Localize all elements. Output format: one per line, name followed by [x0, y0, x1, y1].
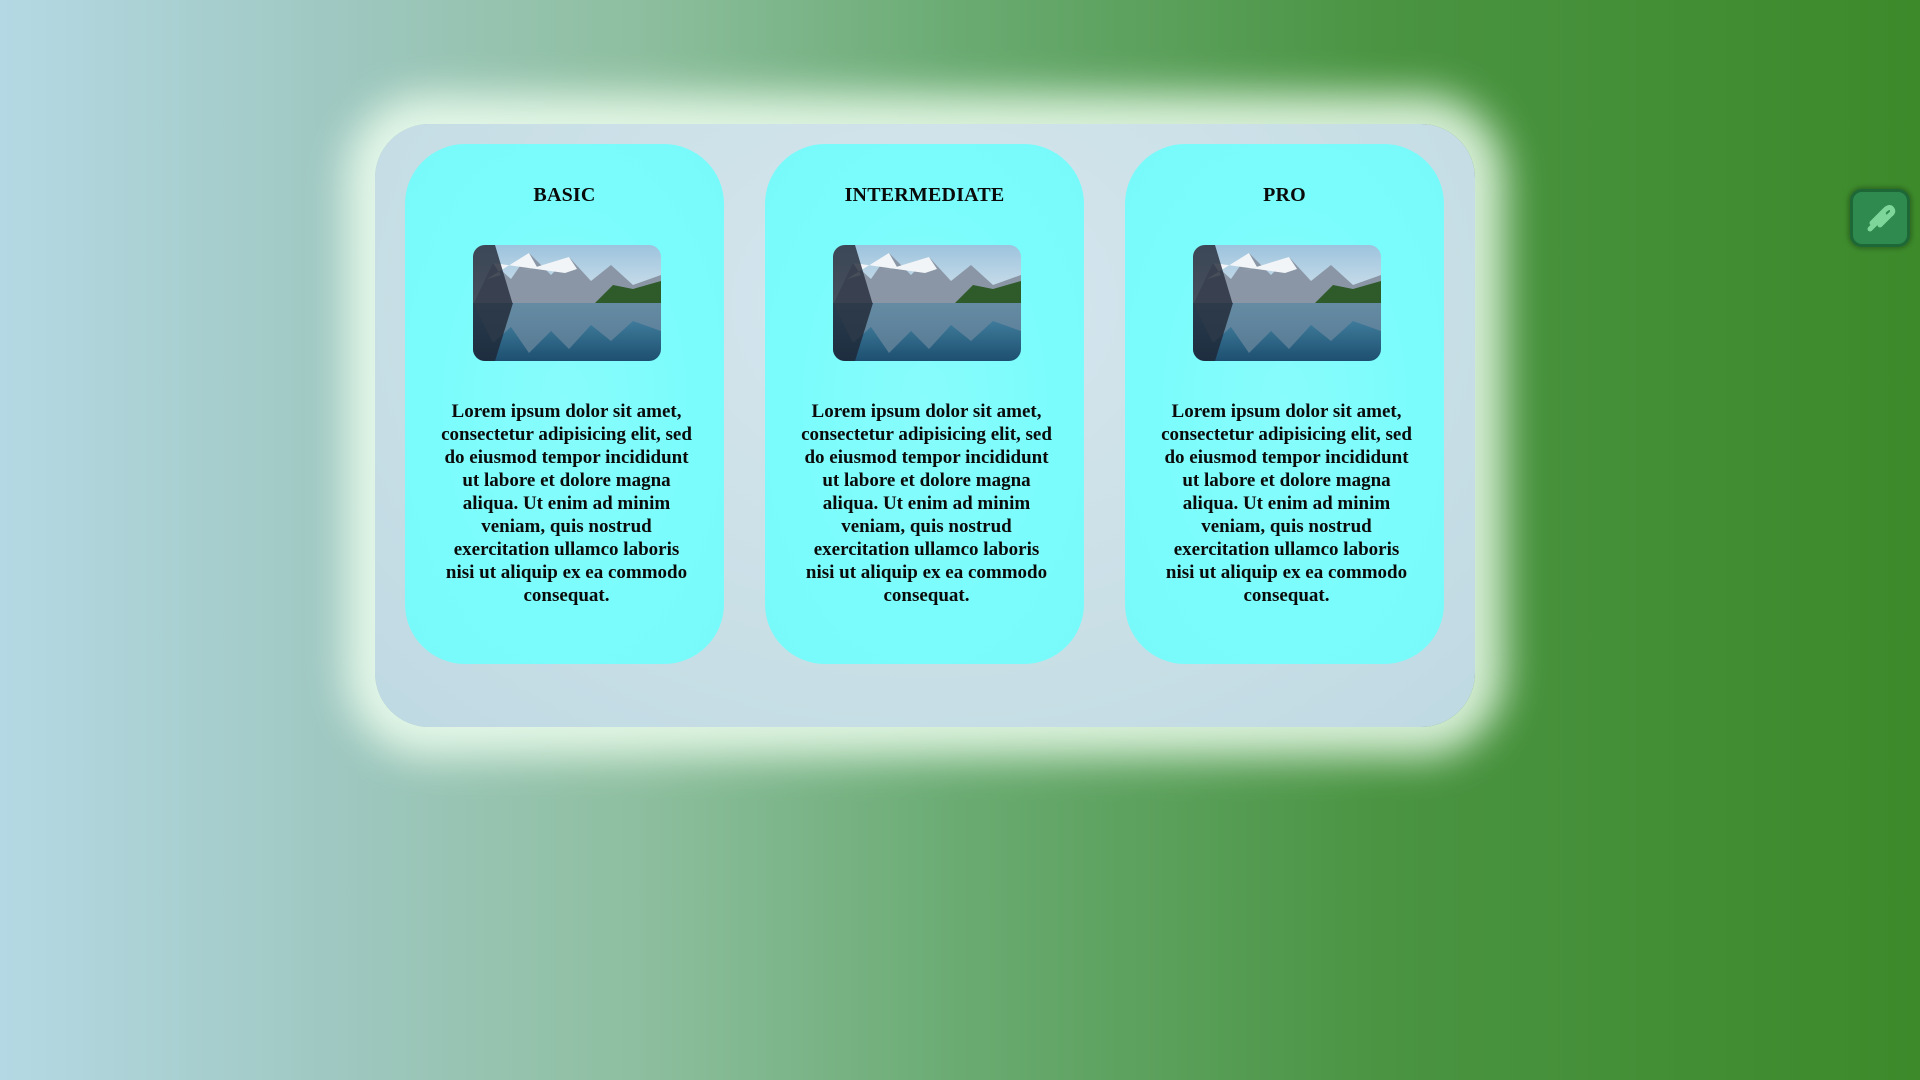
card-description: Lorem ipsum dolor sit amet, consectetur …: [441, 401, 692, 606]
extension-widget-button[interactable]: [1850, 189, 1910, 247]
card-description: Lorem ipsum dolor sit amet, consectetur …: [801, 401, 1052, 606]
card-basic: BASIC Lorem ipsum dolor sit amet, consec…: [405, 144, 724, 664]
mountain-lake-image: [1193, 245, 1381, 361]
card-title: BASIC: [533, 184, 596, 206]
card-description: Lorem ipsum dolor sit amet, consectetur …: [1161, 401, 1412, 606]
card-title: PRO: [1263, 184, 1306, 206]
mountain-lake-image: [473, 245, 661, 361]
extension-logo-icon: [1850, 189, 1910, 247]
card-intermediate: INTERMEDIATE Lorem ipsum dolor sit amet,…: [765, 144, 1084, 664]
card-pro: PRO Lorem ipsum dolor sit amet, consecte…: [1125, 144, 1444, 664]
card-title: INTERMEDIATE: [844, 184, 1005, 206]
pricing-panel: BASIC Lorem ipsum dolor sit amet, consec…: [375, 124, 1475, 727]
mountain-lake-image: [833, 245, 1021, 361]
